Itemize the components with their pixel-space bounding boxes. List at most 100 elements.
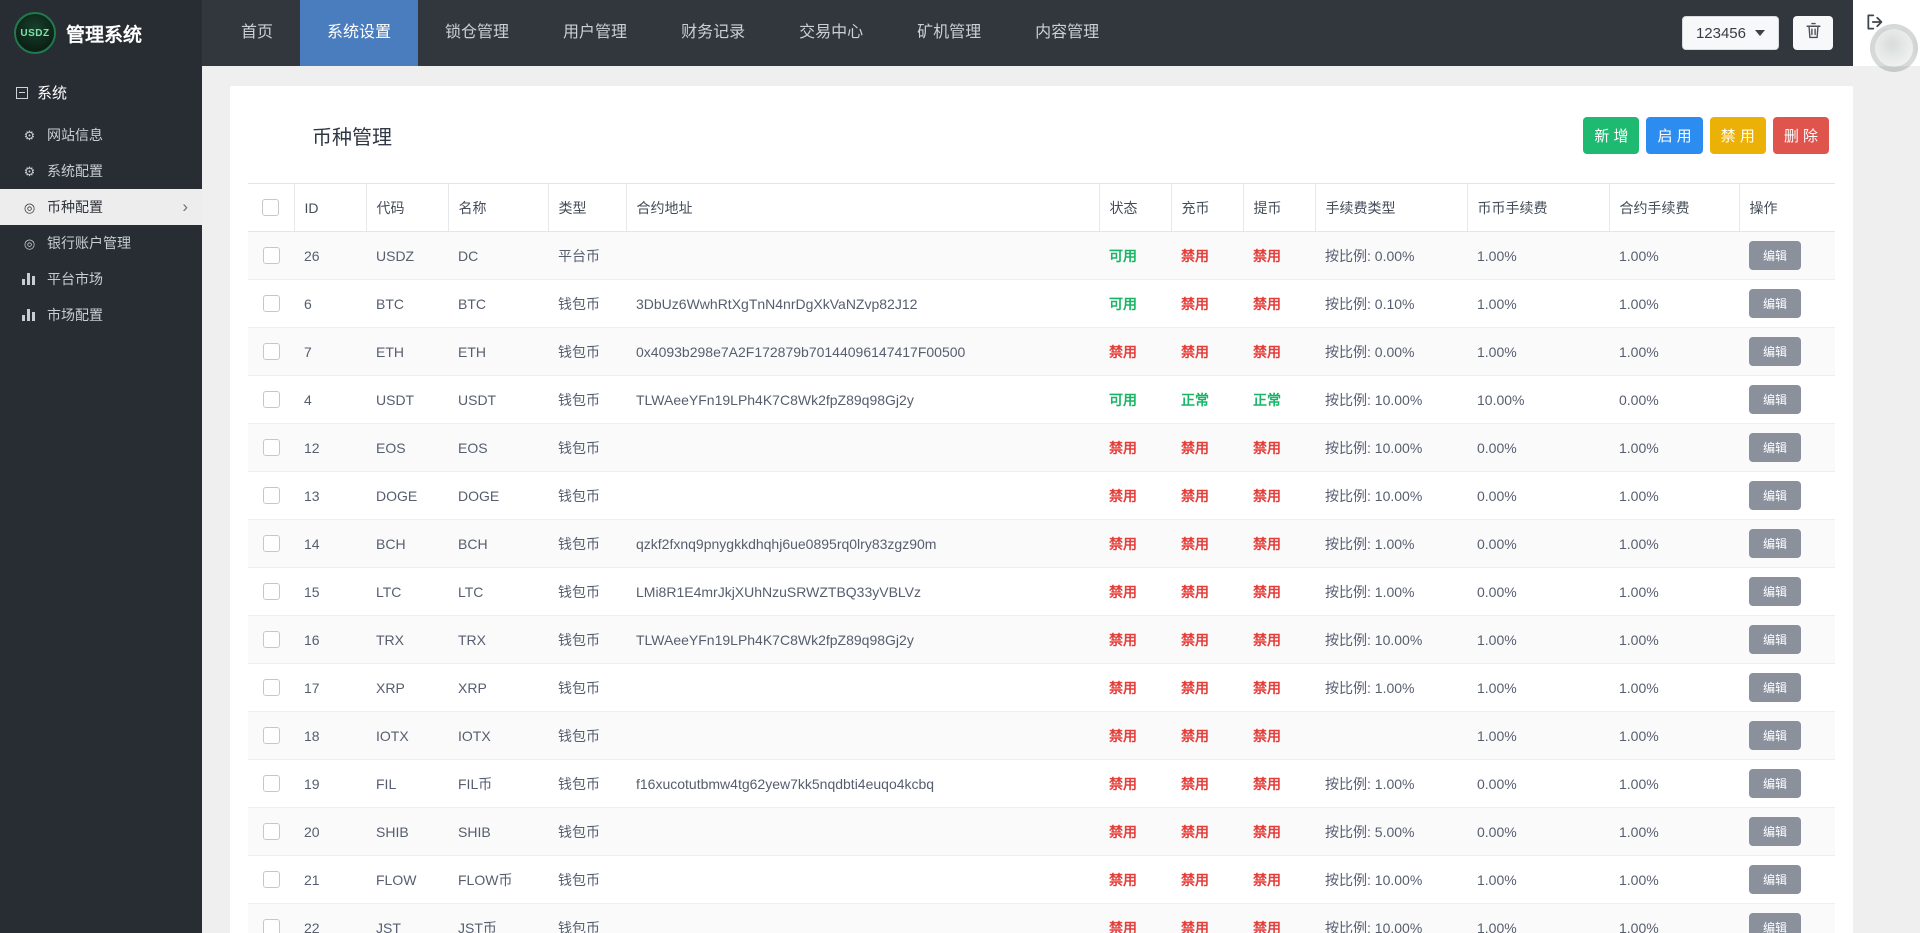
cell-type: 钱包币: [548, 279, 626, 328]
edit-button[interactable]: 编辑: [1749, 625, 1802, 654]
status-badge: 禁用: [1109, 631, 1137, 648]
topnav-item-6[interactable]: 交易中心: [772, 0, 890, 66]
currency-table: ID 代码 名称 类型 合约地址 状态 充币 提币 手续费类型 币币手续费 合约手续费 操作 26 US…: [248, 183, 1835, 933]
table-row: 14 BCH BCH 钱包币 qzkf2fxnq9pnygkkdhqhj6ue0895r…: [248, 519, 1835, 568]
edit-button[interactable]: 编辑: [1749, 481, 1802, 510]
topnav-item-4[interactable]: 用户管理: [536, 0, 654, 66]
cell-actions: 编辑: [1739, 279, 1835, 328]
sidebar-item-3[interactable]: ◎ 币种配置 ›: [0, 189, 202, 225]
cell-coin_fee: 1.00%: [1467, 615, 1609, 664]
cell-coin_fee: 1.00%: [1467, 327, 1609, 376]
edit-button[interactable]: 编辑: [1749, 769, 1802, 798]
topnav-item-2[interactable]: 系统设置: [300, 0, 419, 66]
sidebar-section-system[interactable]: 系统: [0, 66, 202, 117]
cell-actions: 编辑: [1739, 567, 1835, 616]
edit-button[interactable]: 编辑: [1749, 337, 1802, 366]
row-select-cell: [248, 231, 294, 280]
app-logo-text: USDZ: [20, 27, 50, 39]
cell-contract_fee: 1.00%: [1609, 231, 1739, 280]
cell-id: 12: [294, 423, 366, 472]
row-checkbox[interactable]: [262, 487, 280, 505]
column-header: 名称: [448, 183, 549, 232]
row-select-cell: [248, 663, 294, 712]
edit-button[interactable]: 编辑: [1749, 865, 1802, 894]
edit-button[interactable]: 编辑: [1749, 529, 1802, 558]
table-row: 18 IOTX IOTX 钱包币 禁用 禁用 禁用 1.00% 1.00% 编辑: [248, 711, 1835, 760]
cell-id: 15: [294, 567, 366, 616]
status-badge: 禁用: [1109, 487, 1137, 504]
status-badge: 禁用: [1253, 775, 1281, 792]
topnav-item-3[interactable]: 锁仓管理: [418, 0, 536, 66]
status-badge: 禁用: [1181, 679, 1209, 696]
row-checkbox[interactable]: [262, 823, 280, 841]
cell-type: 钱包币: [548, 807, 626, 856]
row-checkbox[interactable]: [262, 919, 280, 933]
edit-button[interactable]: 编辑: [1749, 433, 1802, 462]
sidebar-item-6[interactable]: 市场配置: [0, 297, 202, 333]
row-checkbox[interactable]: [262, 727, 280, 745]
row-checkbox[interactable]: [262, 583, 280, 601]
row-checkbox[interactable]: [262, 775, 280, 793]
app-logo: USDZ: [14, 12, 56, 54]
cell-actions: 编辑: [1739, 615, 1835, 664]
select-all-checkbox[interactable]: [262, 199, 280, 217]
cell-withdraw: 禁用: [1243, 663, 1315, 712]
topnav-item-7[interactable]: 矿机管理: [890, 0, 1008, 66]
row-checkbox[interactable]: [262, 343, 280, 361]
topnav-item-1[interactable]: 首页: [214, 0, 300, 66]
navbar-right: 123456: [1681, 16, 1833, 50]
cell-status: 禁用: [1099, 759, 1171, 808]
action-toolbar: 新 增启 用禁 用删 除: [1583, 117, 1829, 154]
sidebar-item-2[interactable]: ⚙ 系统配置: [0, 153, 202, 189]
sidebar-item-4[interactable]: ◎ 银行账户管理: [0, 225, 202, 261]
cell-withdraw: 禁用: [1243, 567, 1315, 616]
app-title: 管理系统: [66, 24, 143, 46]
status-badge: 禁用: [1253, 343, 1281, 360]
trash-button[interactable]: [1793, 16, 1833, 50]
action-button-1[interactable]: 新 增: [1583, 117, 1640, 154]
sidebar-item-1[interactable]: ⚙ 网站信息: [0, 117, 202, 153]
row-checkbox[interactable]: [262, 679, 280, 697]
action-button-3[interactable]: 禁 用: [1709, 117, 1766, 154]
edit-button[interactable]: 编辑: [1749, 241, 1802, 270]
row-checkbox[interactable]: [262, 295, 280, 313]
topnav-item-5[interactable]: 财务记录: [654, 0, 772, 66]
table-header-row: ID 代码 名称 类型 合约地址 状态 充币 提币 手续费类型 币币手续费 合约手续费 操作: [248, 183, 1835, 232]
edit-button[interactable]: 编辑: [1749, 913, 1802, 933]
collapse-icon: [16, 86, 28, 99]
action-button-4[interactable]: 删 除: [1772, 117, 1829, 154]
user-dropdown[interactable]: 123456: [1681, 16, 1779, 50]
action-button-2[interactable]: 启 用: [1646, 117, 1703, 154]
cell-fee_type: 按比例: 10.00%: [1315, 375, 1467, 424]
select-all-cell: [248, 183, 295, 232]
status-badge: 禁用: [1109, 679, 1137, 696]
edit-button[interactable]: 编辑: [1749, 577, 1802, 606]
cell-type: 钱包币: [548, 471, 626, 520]
cell-type: 钱包币: [548, 615, 626, 664]
row-select-cell: [248, 759, 294, 808]
chart-icon: [22, 309, 37, 321]
cell-deposit: 禁用: [1171, 663, 1243, 712]
cell-fee_type: 按比例: 0.00%: [1315, 231, 1467, 280]
cell-withdraw: 禁用: [1243, 615, 1315, 664]
row-checkbox[interactable]: [262, 247, 280, 265]
topnav-item-8[interactable]: 内容管理: [1008, 0, 1126, 66]
sidebar-item-5[interactable]: 平台市场: [0, 261, 202, 297]
cell-contract_fee: 1.00%: [1609, 615, 1739, 664]
edit-button[interactable]: 编辑: [1749, 385, 1802, 414]
row-checkbox[interactable]: [262, 439, 280, 457]
cell-coin_fee: 1.00%: [1467, 855, 1609, 904]
cell-coin_fee: 0.00%: [1467, 471, 1609, 520]
edit-button[interactable]: 编辑: [1749, 673, 1802, 702]
cell-code: EOS: [366, 423, 448, 472]
edit-button[interactable]: 编辑: [1749, 289, 1802, 318]
cell-contract_fee: 1.00%: [1609, 279, 1739, 328]
row-checkbox[interactable]: [262, 631, 280, 649]
row-checkbox[interactable]: [262, 535, 280, 553]
row-checkbox[interactable]: [262, 391, 280, 409]
edit-button[interactable]: 编辑: [1749, 817, 1802, 846]
table-row: 16 TRX TRX 钱包币 TLWAeeYFn19LPh4K7C8Wk2fpZ89q9…: [248, 615, 1835, 664]
edit-button[interactable]: 编辑: [1749, 721, 1802, 750]
cell-id: 21: [294, 855, 366, 904]
row-checkbox[interactable]: [262, 871, 280, 889]
